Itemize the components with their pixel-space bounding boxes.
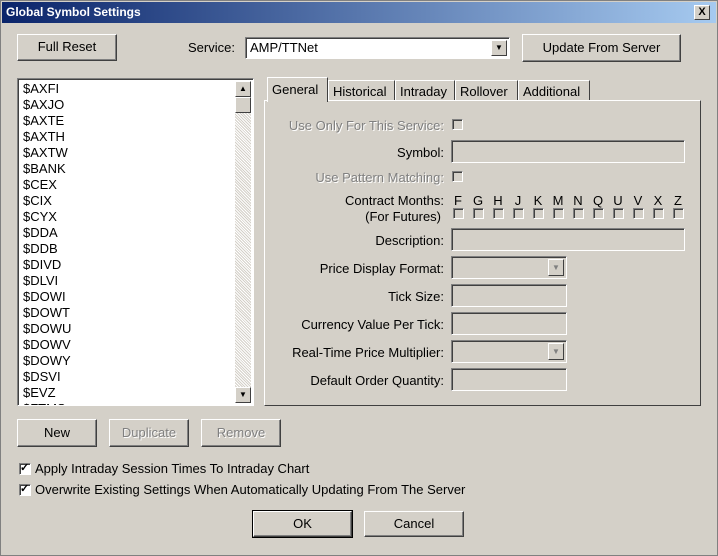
tab-rollover[interactable]: Rollover xyxy=(455,80,518,100)
list-item[interactable]: $CYX xyxy=(20,209,233,225)
list-item[interactable]: $DDB xyxy=(20,241,233,257)
scroll-thumb[interactable] xyxy=(235,97,251,113)
apply-session-checkbox[interactable]: ✓ xyxy=(19,462,31,475)
scroll-down-icon[interactable]: ▼ xyxy=(235,387,251,403)
check-icon: ✓ xyxy=(20,462,30,474)
general-tab-panel xyxy=(264,100,701,406)
ok-button[interactable]: OK xyxy=(252,510,353,538)
list-item[interactable]: $DOWI xyxy=(20,289,233,305)
list-item[interactable]: $DOWU xyxy=(20,321,233,337)
list-item[interactable]: $DSVI xyxy=(20,369,233,385)
apply-session-label: Apply Intraday Session Times To Intraday… xyxy=(35,461,310,476)
check-icon: ✓ xyxy=(20,483,30,495)
overwrite-checkbox[interactable]: ✓ xyxy=(19,483,31,496)
symbol-list-items: $AXFI $AXJO $AXTE $AXTH $AXTW $BANK $CEX $CIX $C… xyxy=(20,81,233,405)
list-item[interactable]: $AXTH xyxy=(20,129,233,145)
list-item[interactable]: $BANK xyxy=(20,161,233,177)
tab-intraday[interactable]: Intraday xyxy=(395,80,455,100)
list-item[interactable]: $AXJO xyxy=(20,97,233,113)
close-icon[interactable]: X xyxy=(694,5,710,20)
overwrite-label: Overwrite Existing Settings When Automat… xyxy=(35,482,466,497)
list-item[interactable]: $DIVD xyxy=(20,257,233,273)
symbol-list[interactable]: $AXFI $AXJO $AXTE $AXTH $AXTW $BANK $CEX $CIX $C… xyxy=(17,78,254,406)
list-item[interactable]: $DDA xyxy=(20,225,233,241)
chevron-down-icon[interactable]: ▼ xyxy=(491,40,507,56)
list-item[interactable]: $CIX xyxy=(20,193,233,209)
list-item[interactable]: $EVZ xyxy=(20,385,233,401)
duplicate-button[interactable]: Duplicate xyxy=(109,419,189,447)
list-item[interactable]: $CEX xyxy=(20,177,233,193)
update-from-server-button[interactable]: Update From Server xyxy=(522,34,681,62)
tab-historical[interactable]: Historical xyxy=(328,80,395,100)
list-item[interactable]: $DOWT xyxy=(20,305,233,321)
list-item[interactable]: $DOWY xyxy=(20,353,233,369)
cancel-button[interactable]: Cancel xyxy=(364,511,464,537)
service-label: Service: xyxy=(188,40,235,55)
tab-general[interactable]: General xyxy=(267,77,328,102)
service-select[interactable]: AMP/TTNet ▼ xyxy=(245,37,510,59)
list-item[interactable]: $AXTE xyxy=(20,113,233,129)
window-title: Global Symbol Settings xyxy=(6,5,141,19)
list-item[interactable]: $AXTW xyxy=(20,145,233,161)
scroll-up-icon[interactable]: ▲ xyxy=(235,81,251,97)
list-item[interactable]: $AXFI xyxy=(20,81,233,97)
list-item[interactable]: $DOWV xyxy=(20,337,233,353)
remove-button[interactable]: Remove xyxy=(201,419,281,447)
service-value: AMP/TTNet xyxy=(250,40,318,55)
tab-additional[interactable]: Additional xyxy=(518,80,590,100)
new-button[interactable]: New xyxy=(17,419,97,447)
list-item[interactable]: $FTMS xyxy=(20,401,233,405)
title-bar: Global Symbol Settings X xyxy=(2,2,716,23)
full-reset-button[interactable]: Full Reset xyxy=(17,34,117,61)
vertical-scrollbar[interactable]: ▲ ▼ xyxy=(235,81,251,403)
list-item[interactable]: $DLVI xyxy=(20,273,233,289)
